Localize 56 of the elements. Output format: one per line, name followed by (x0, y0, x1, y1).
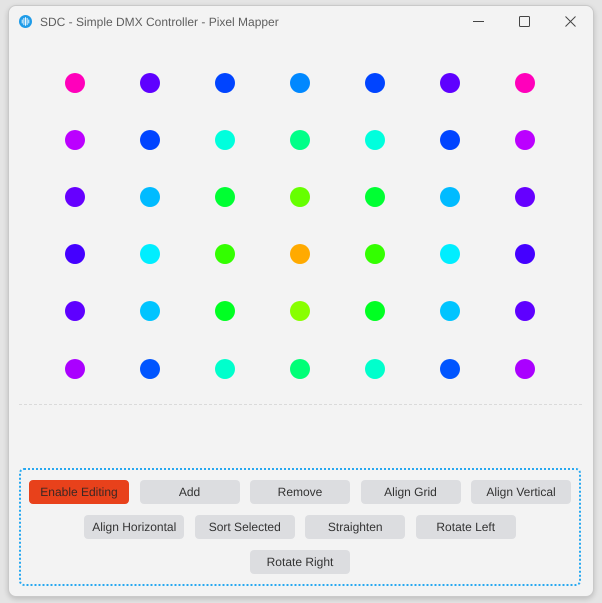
toolbar-button[interactable]: Add (140, 480, 240, 504)
pixel-dot[interactable] (64, 72, 84, 93)
pixel-dot[interactable] (440, 358, 460, 379)
pixel-dot[interactable] (290, 301, 310, 322)
pixel-dot[interactable] (290, 186, 310, 207)
pixel-dot[interactable] (214, 72, 234, 93)
pixel-dot[interactable] (364, 130, 384, 150)
toolbar-button[interactable]: Rotate Left (416, 515, 516, 540)
maximize-icon[interactable] (518, 16, 530, 27)
app-logo-icon (19, 15, 32, 28)
pixel-dot[interactable] (364, 72, 384, 93)
pixel-dot[interactable] (514, 72, 534, 93)
pixel-dot[interactable] (440, 301, 460, 322)
pixel-dot[interactable] (514, 358, 534, 379)
pixel-dot[interactable] (140, 244, 160, 264)
pixel-dot[interactable] (214, 358, 234, 379)
toolbar-button[interactable]: Rotate Right (250, 550, 350, 574)
pixel-dot[interactable] (214, 301, 234, 322)
minimize-icon[interactable] (472, 21, 484, 22)
pixel-dot[interactable] (214, 186, 234, 207)
pixel-dot[interactable] (214, 130, 234, 150)
pixel-dot[interactable] (364, 358, 384, 379)
close-icon[interactable] (564, 16, 576, 27)
toolbar-button[interactable]: Align Vertical (471, 480, 571, 504)
toolbar-button[interactable]: Straighten (305, 515, 406, 540)
pixel-dot[interactable] (214, 244, 234, 264)
toolbar-button[interactable]: Remove (250, 480, 350, 504)
pixel-dot[interactable] (440, 130, 460, 150)
pixel-dot[interactable] (290, 244, 310, 264)
pixel-dot[interactable] (364, 186, 384, 207)
toolbar-button[interactable]: Align Grid (360, 480, 460, 504)
pixel-dot[interactable] (514, 130, 534, 150)
toolbar-button[interactable]: Sort Selected (194, 515, 295, 540)
pixel-dot[interactable] (64, 244, 84, 264)
pixel-dot[interactable] (140, 358, 160, 379)
pixel-dot[interactable] (140, 130, 160, 150)
pixel-dot[interactable] (440, 244, 460, 264)
window-title: SDC - Simple DMX Controller - Pixel Mapper (40, 14, 279, 30)
toolbar-button[interactable]: Align Horizontal (84, 515, 184, 540)
pixel-dot[interactable] (140, 301, 160, 322)
pixel-dot[interactable] (290, 130, 310, 150)
pixel-dot[interactable] (440, 72, 460, 93)
pixel-dot[interactable] (364, 244, 384, 264)
pixel-dot[interactable] (290, 358, 310, 379)
pixel-dot[interactable] (64, 358, 84, 379)
pixel-dot[interactable] (140, 72, 160, 93)
pixel-dot[interactable] (290, 72, 310, 93)
pixel-dot[interactable] (64, 130, 84, 150)
pixel-dot[interactable] (514, 186, 534, 207)
pixel-dot[interactable] (140, 186, 160, 207)
pixel-dot[interactable] (64, 301, 84, 322)
pixel-dot[interactable] (440, 186, 460, 207)
pixel-dot[interactable] (364, 301, 384, 322)
pixel-dot[interactable] (514, 301, 534, 322)
pixel-dot[interactable] (64, 186, 84, 207)
pixel-dot[interactable] (514, 244, 534, 264)
